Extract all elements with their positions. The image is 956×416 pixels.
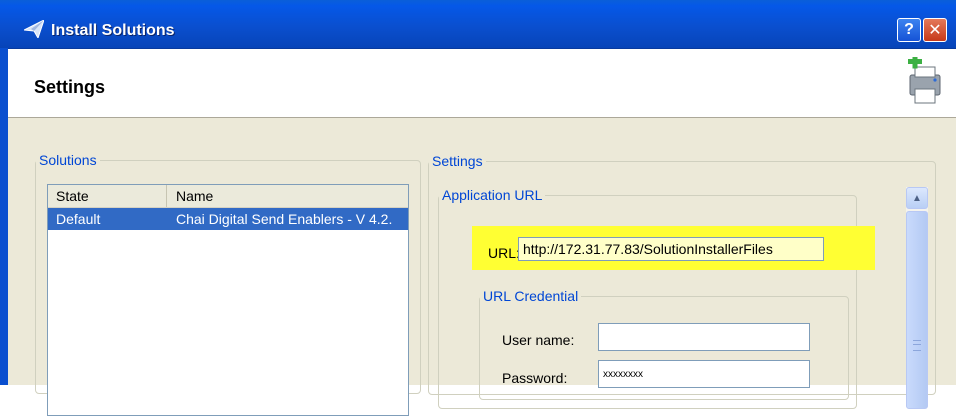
column-header-name[interactable]: Name (166, 185, 418, 207)
grip-icon (913, 340, 921, 351)
printer-add-icon (904, 54, 944, 110)
close-button[interactable]: ✕ (923, 18, 947, 42)
url-input[interactable] (518, 237, 824, 261)
page-title: Settings (34, 77, 106, 97)
list-row-selected[interactable]: Default Chai Digital Send Enablers - V 4… (48, 208, 408, 230)
help-button[interactable]: ? (897, 18, 921, 42)
window-title: Install Solutions (51, 22, 175, 39)
install-arrow-icon (22, 19, 45, 43)
page-header: Settings (8, 49, 956, 118)
chevron-up-icon: ▲ (912, 192, 922, 204)
window-frame (0, 48, 8, 385)
solutions-list[interactable]: State Name Default Chai Digital Send Ena… (47, 184, 409, 416)
password-input[interactable] (598, 360, 810, 388)
password-label: Password: (502, 370, 568, 386)
row-name: Chai Digital Send Enablers - V 4.2. (176, 211, 393, 227)
username-label: User name: (502, 332, 575, 348)
application-url-group: Application URL URL: URL Credential User… (438, 187, 875, 409)
title-bar[interactable]: Install Solutions ? ✕ (0, 0, 956, 49)
url-credential-legend: URL Credential (483, 288, 579, 304)
row-state: Default (56, 211, 101, 227)
solutions-legend: Solutions (39, 152, 97, 168)
list-header: State Name (48, 185, 408, 208)
question-mark-icon: ? (904, 21, 914, 38)
column-header-state[interactable]: State (48, 185, 167, 207)
solutions-group: Solutions State Name Default Chai Digita… (35, 152, 421, 416)
close-icon: ✕ (928, 22, 942, 39)
url-credential-group: URL Credential User name: Password: (479, 288, 849, 400)
username-input[interactable] (598, 323, 810, 351)
url-label: URL: (488, 245, 520, 261)
settings-group: Settings Application URL URL: URL Creden… (428, 153, 936, 409)
scroll-thumb[interactable] (906, 211, 928, 409)
scroll-up-button[interactable]: ▲ (906, 187, 928, 209)
settings-legend: Settings (432, 153, 483, 169)
application-url-legend: Application URL (442, 187, 543, 203)
install-solutions-window: Install Solutions ? ✕ Settings Solutions… (0, 0, 956, 416)
vertical-scrollbar[interactable]: ▲ (906, 187, 928, 409)
